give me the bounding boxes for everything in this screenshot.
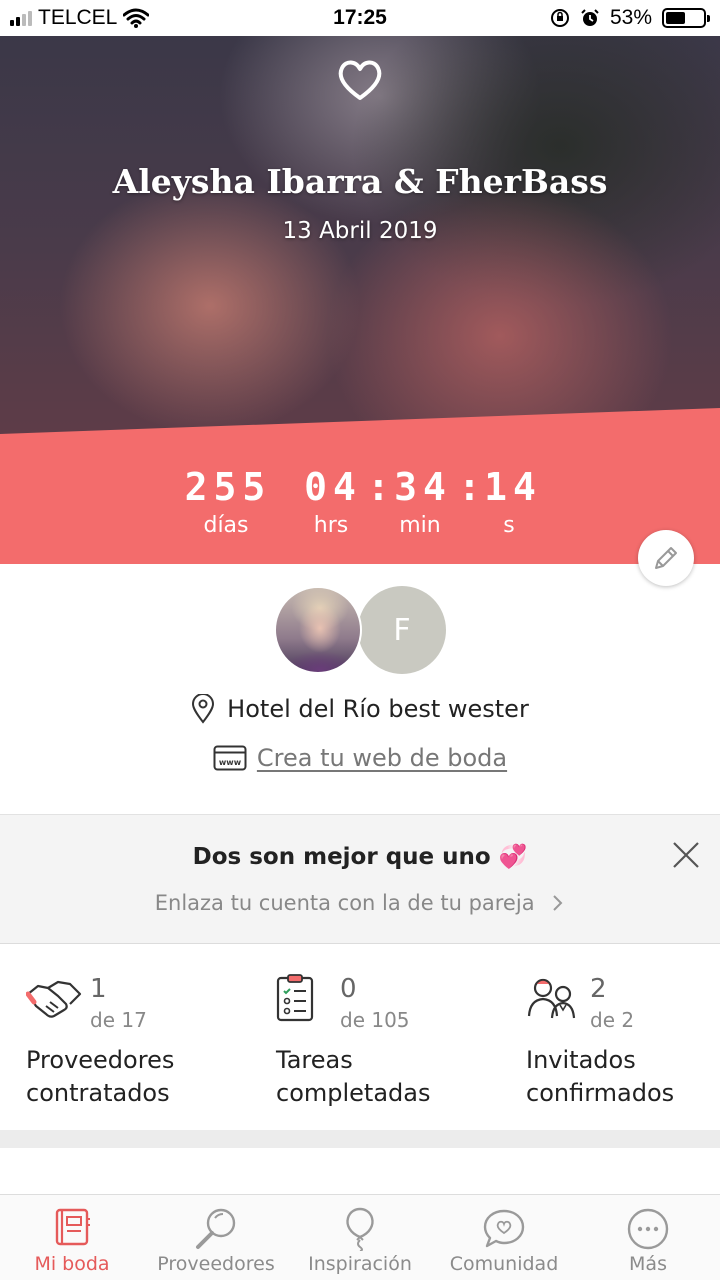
stat-label-line: Proveedores [26, 1046, 175, 1074]
notebook-icon [55, 1208, 90, 1246]
bride-avatar[interactable] [274, 586, 362, 674]
tab-label: Mi boda [34, 1253, 110, 1275]
magnifier-icon [196, 1208, 236, 1249]
stat-count: 0 [340, 974, 357, 1004]
stat-total: de 2 [590, 1008, 635, 1032]
stat-total: de 105 [340, 1008, 410, 1032]
countdown: 255 04 : 34 : 14 días hrs min s [0, 465, 720, 555]
edit-wedding-button[interactable] [638, 530, 694, 586]
create-website-link[interactable]: www Crea tu web de boda [0, 744, 720, 772]
stat-label: Invitados confirmados [526, 1044, 720, 1110]
tab-label: Más [629, 1253, 667, 1275]
countdown-hours: 04 [304, 465, 362, 509]
couple-names: Aleysha Ibarra & FherBass [112, 162, 608, 201]
status-right: 53% [550, 6, 710, 30]
stat-label: Tareas completadas [276, 1044, 506, 1110]
countdown-days-label: días [203, 513, 249, 538]
handshake-icon [26, 980, 82, 1018]
section-divider [0, 1130, 720, 1148]
wedding-date: 13 Abril 2019 [282, 218, 438, 244]
stat-label-line: contratados [26, 1079, 170, 1107]
alarm-icon [581, 9, 599, 26]
wedding-stats: 1 de 17 Proveedores contratados 0 de 105… [0, 944, 720, 1130]
countdown-separator: : [367, 465, 390, 509]
link-partner-account-link[interactable]: Enlaza tu cuenta con la de tu pareja [0, 891, 720, 915]
close-icon[interactable] [670, 839, 702, 871]
venue[interactable]: Hotel del Río best wester [0, 694, 720, 724]
battery-percent: 53% [609, 6, 652, 29]
stat-total: de 17 [90, 1008, 147, 1032]
countdown-separator: : [458, 465, 481, 509]
countdown-seconds: 14 [484, 465, 542, 509]
more-icon [627, 1208, 669, 1250]
battery-fill [666, 12, 686, 24]
chat-heart-icon [483, 1209, 525, 1248]
countdown-minutes: 34 [394, 465, 452, 509]
create-website-label: Crea tu web de boda [256, 744, 508, 772]
stat-count: 2 [590, 974, 607, 1004]
promo-title: Dos son mejor que uno 💞 [192, 844, 528, 870]
stat-count: 1 [90, 974, 107, 1004]
pencil-icon [655, 547, 677, 569]
stat-vendors[interactable]: 1 de 17 Proveedores contratados [26, 944, 266, 1130]
stat-label-line: confirmados [526, 1079, 675, 1107]
website-icon: www [213, 745, 247, 771]
tab-proveedores[interactable]: Proveedores [144, 1195, 288, 1280]
rotation-lock-icon [550, 9, 569, 27]
partner-initial: F [393, 612, 411, 648]
countdown-seconds-label: s [503, 513, 515, 538]
tab-label: Inspiración [308, 1253, 412, 1275]
venue-name: Hotel del Río best wester [227, 695, 529, 723]
stat-tasks[interactable]: 0 de 105 Tareas completadas [276, 944, 516, 1130]
countdown-minutes-label: min [399, 513, 441, 538]
bottom-tab-bar: Mi boda Proveedores Inspiración Comunida… [0, 1194, 720, 1280]
countdown-days: 255 [184, 465, 272, 509]
chevron-right-icon [553, 895, 563, 911]
stat-guests[interactable]: 2 de 2 Invitados confirmados [526, 944, 720, 1130]
couple-avatars: F [274, 586, 454, 676]
tab-label: Comunidad [449, 1253, 559, 1275]
promo-link-label: Enlaza tu cuenta con la de tu pareja [154, 891, 535, 915]
partner-promo-banner: Dos son mejor que uno 💞 Enlaza tu cuenta… [0, 814, 720, 944]
tab-comunidad[interactable]: Comunidad [432, 1195, 576, 1280]
guests-icon [527, 978, 576, 1019]
stat-label: Proveedores contratados [26, 1044, 256, 1110]
status-bar: TELCEL 17:25 53% [0, 0, 720, 36]
battery-icon [662, 8, 710, 28]
countdown-hours-label: hrs [313, 513, 349, 538]
location-pin-icon [192, 694, 215, 724]
stat-label-line: completadas [276, 1079, 431, 1107]
checklist-icon [276, 974, 314, 1022]
heart-logo-icon [338, 60, 382, 100]
balloon-icon [346, 1207, 374, 1251]
tab-label: Proveedores [157, 1253, 275, 1275]
stat-label-line: Invitados [526, 1046, 636, 1074]
tab-mas[interactable]: Más [576, 1195, 720, 1280]
tab-inspiracion[interactable]: Inspiración [288, 1195, 432, 1280]
tab-mi-boda[interactable]: Mi boda [0, 1195, 144, 1280]
stat-label-line: Tareas [276, 1046, 353, 1074]
svg-text:www: www [219, 758, 242, 767]
partner-avatar[interactable]: F [358, 586, 446, 674]
